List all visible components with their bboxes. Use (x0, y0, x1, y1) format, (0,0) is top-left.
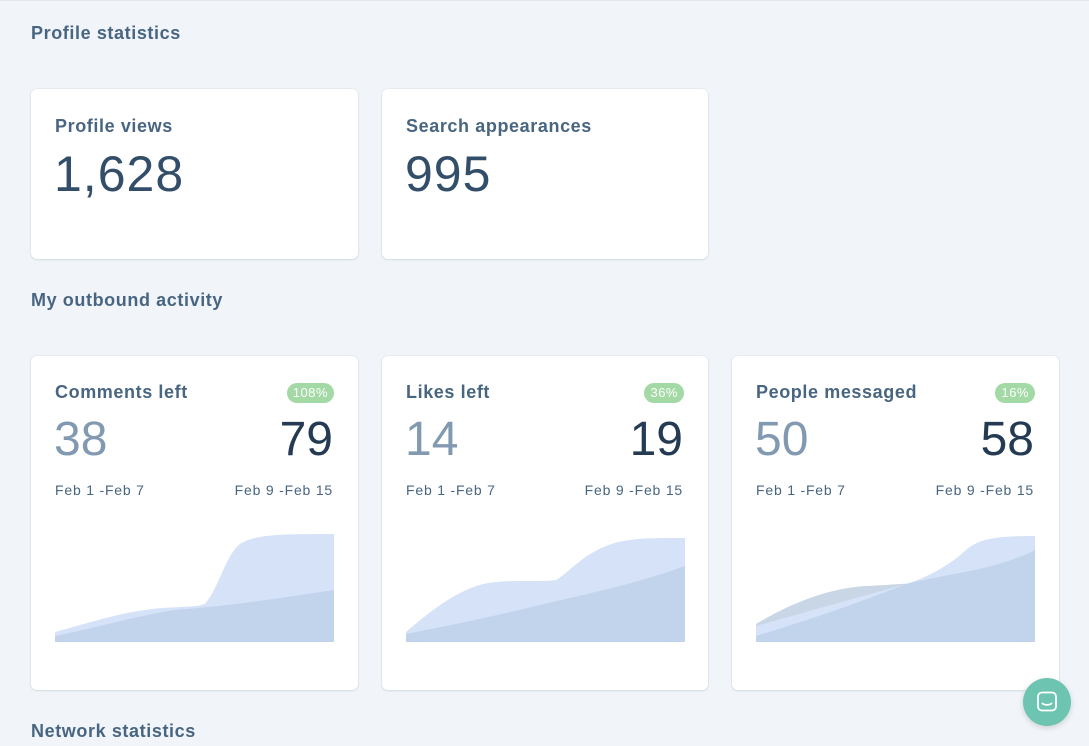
likes-previous-range: Feb 1 -Feb 7 (406, 482, 496, 498)
search-appearances-card: Search appearances 995 (382, 89, 708, 259)
messages-current-value: 58 (980, 413, 1034, 466)
comments-current-range: Feb 9 -Feb 15 (234, 482, 333, 498)
chat-bubble-icon (1037, 691, 1057, 712)
likes-left-label: Likes left (406, 382, 491, 402)
likes-sparkline (406, 538, 685, 642)
comments-left-label: Comments left (55, 382, 188, 402)
comments-current-value: 79 (279, 413, 333, 466)
likes-left-card: Likes left 36% 14 19 Feb 1 -Feb 7 Feb 9 … (382, 356, 708, 690)
section-title-network-statistics: Network statistics (31, 721, 196, 741)
comments-previous-area (55, 590, 334, 642)
profile-views-card: Profile views 1,628 (31, 89, 358, 259)
likes-current-value: 19 (629, 413, 683, 466)
search-appearances-label: Search appearances (406, 116, 592, 136)
chat-launcher-button[interactable] (1023, 678, 1071, 726)
people-messaged-label: People messaged (756, 382, 918, 402)
likes-change-badge: 36% (644, 383, 684, 403)
likes-previous-value: 14 (405, 413, 459, 466)
comments-previous-value: 38 (54, 413, 108, 466)
messages-current-range: Feb 9 -Feb 15 (935, 482, 1034, 498)
comments-sparkline (55, 534, 334, 642)
messages-previous-value: 50 (755, 413, 809, 466)
comments-change-badge: 108% (286, 383, 334, 403)
search-appearances-value: 995 (405, 146, 492, 202)
profile-views-value: 1,628 (54, 146, 185, 202)
comments-previous-range: Feb 1 -Feb 7 (55, 482, 145, 498)
people-messaged-card: People messaged 16% 50 58 Feb 1 -Feb 7 F… (732, 356, 1059, 690)
messages-change-badge: 16% (995, 383, 1035, 403)
messages-previous-range: Feb 1 -Feb 7 (756, 482, 846, 498)
likes-current-range: Feb 9 -Feb 15 (584, 482, 683, 498)
comments-left-card: Comments left 108% 38 79 Feb 1 -Feb 7 Fe… (31, 356, 358, 690)
section-title-outbound-activity: My outbound activity (31, 290, 223, 310)
section-title-profile-statistics: Profile statistics (31, 23, 181, 43)
messages-sparkline (756, 536, 1035, 642)
profile-views-label: Profile views (55, 116, 173, 136)
